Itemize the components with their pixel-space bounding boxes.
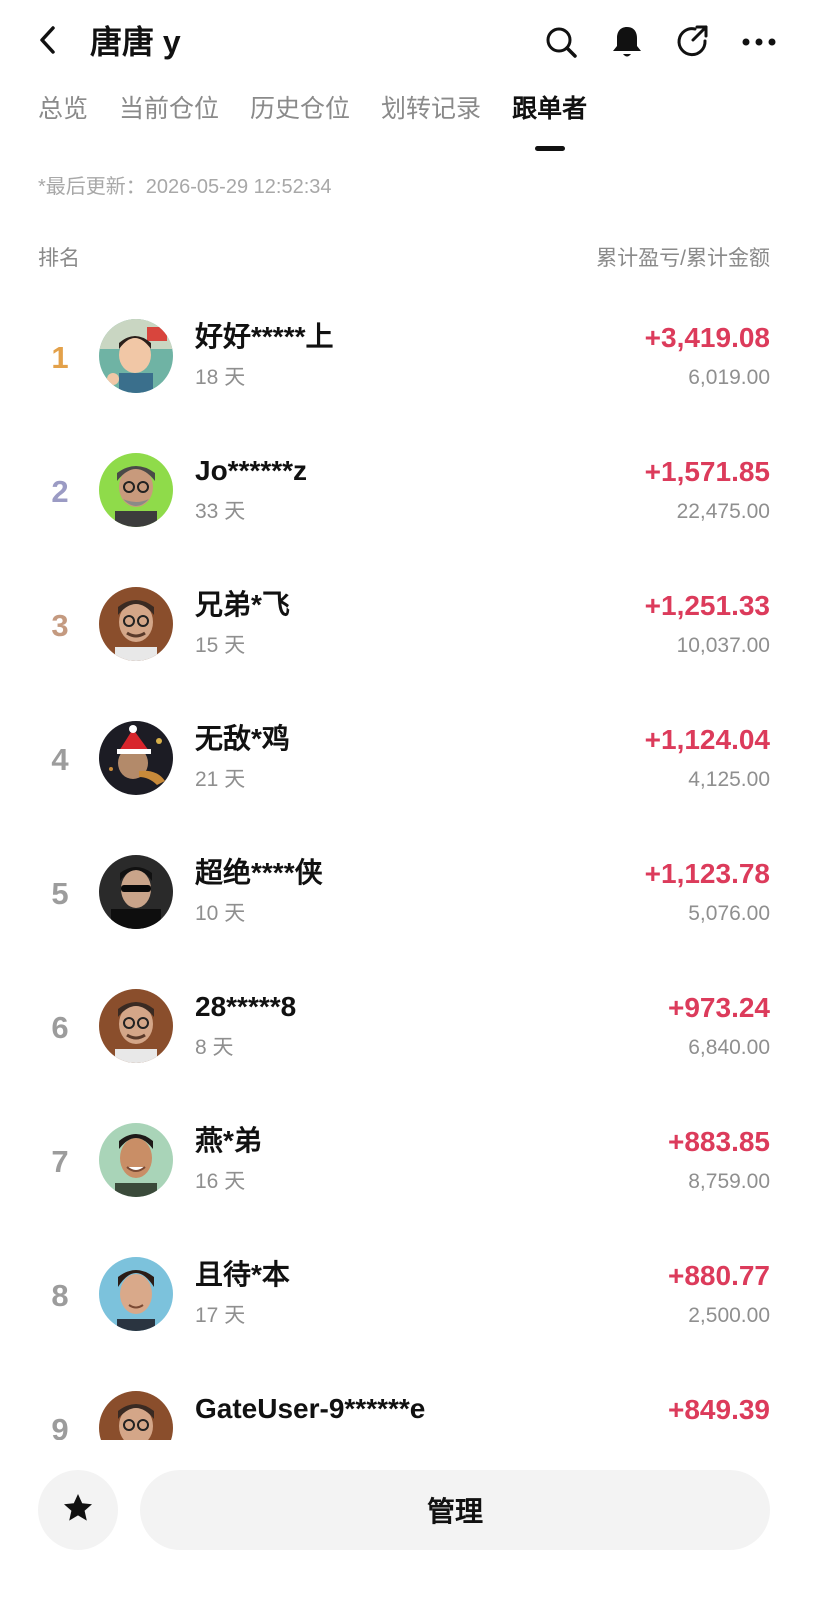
cumulative-amount: 5,076.00 [688,902,770,925]
column-header: 排名 累计盈亏/累计金额 [38,244,770,274]
follow-days: 17 天 [195,1304,246,1327]
rank: 5 [51,876,69,911]
rank: 4 [51,742,69,777]
favorite-button[interactable] [38,1470,118,1550]
header: 唐唐 y [0,0,828,84]
follower-name: 无敌*鸡 [195,723,290,754]
rank: 1 [51,340,69,375]
list-item[interactable]: 2 Jo******z 33 天 +1,571.85 22,475.00 [0,424,828,558]
cumulative-amount: 22,475.00 [676,500,770,523]
pnl-column-label: 累计盈亏/累计金额 [596,247,770,270]
tab-history-positions[interactable]: 历史仓位 [250,92,350,162]
follow-days: 8 天 [195,1036,234,1059]
cumulative-amount: 4,125.00 [688,768,770,791]
last-updated: *最后更新：2026-05-29 12:52:34 [38,176,332,198]
follower-name: 且待*本 [195,1259,290,1290]
cumulative-pnl: +973.24 [668,992,770,1023]
rank-column-label: 排名 [38,247,80,270]
rank: 3 [51,608,69,643]
cumulative-pnl: +3,419.08 [644,322,770,353]
avatar [99,319,173,393]
cumulative-pnl: +1,124.04 [644,724,770,755]
list-item[interactable]: 8 且待*本 17 天 +880.77 2,500.00 [0,1228,828,1362]
follow-days: 33 天 [195,500,246,523]
rank: 2 [51,474,69,509]
cumulative-amount: 2,500.00 [688,1304,770,1327]
cumulative-pnl: +880.77 [668,1260,770,1291]
follower-name: 28*****8 [195,991,297,1022]
more-icon [741,37,777,47]
cumulative-pnl: +1,571.85 [644,456,770,487]
list-item[interactable]: 7 燕*弟 16 天 +883.85 8,759.00 [0,1094,828,1228]
rank: 6 [51,1010,69,1045]
list-item[interactable]: 5 超绝****侠 10 天 +1,123.78 5,076.00 [0,826,828,960]
avatar [99,1391,173,1440]
bell-icon [610,24,644,60]
bottom-action-bar: 管理 [0,1440,828,1608]
share-button[interactable] [673,22,713,62]
manage-button[interactable]: 管理 [140,1470,770,1550]
avatar [99,453,173,527]
follower-name: 燕*弟 [195,1125,262,1156]
share-icon [675,24,711,60]
cumulative-pnl: +849.39 [668,1394,770,1425]
follower-name: Jo******z [195,455,308,486]
tab-followers[interactable]: 跟单者 [512,92,587,162]
avatar [99,587,173,661]
avatar [99,1257,173,1331]
list-item[interactable]: 9 GateUser-9******e +849.39 [0,1362,828,1440]
notification-button[interactable] [607,22,647,62]
follow-days: 15 天 [195,634,246,657]
avatar [99,989,173,1063]
tab-transfer-records[interactable]: 划转记录 [381,92,481,162]
follower-name: 兄弟*飞 [195,589,290,620]
rank: 7 [51,1144,69,1179]
avatar [99,1123,173,1197]
cumulative-amount: 6,019.00 [688,366,770,389]
list-item[interactable]: 1 好好*****上 18 天 +3,419.08 6,019.00 [0,290,828,424]
follow-days: 21 天 [195,768,246,791]
tab-current-positions[interactable]: 当前仓位 [119,92,219,162]
cumulative-pnl: +1,251.33 [644,590,770,621]
avatar [99,855,173,929]
tab-overview[interactable]: 总览 [38,92,88,162]
rank: 8 [51,1278,69,1313]
tab-bar: 总览 当前仓位 历史仓位 划转记录 跟单者 [38,92,618,162]
follow-days: 10 天 [195,902,246,925]
back-button[interactable] [28,22,68,62]
follower-list: 1 好好*****上 18 天 +3,419.08 6,019.00 2 Jo*… [0,290,828,1440]
follow-days: 16 天 [195,1170,246,1193]
follower-name: GateUser-9******e [195,1393,426,1424]
follower-name: 好好*****上 [195,321,334,352]
back-icon [37,25,59,60]
star-icon [62,1492,94,1529]
cumulative-amount: 8,759.00 [688,1170,770,1193]
search-icon [543,24,579,60]
more-button[interactable] [739,22,779,62]
search-button[interactable] [541,22,581,62]
list-item[interactable]: 4 无敌*鸡 21 天 +1,124.04 4,125.00 [0,692,828,826]
follow-days: 18 天 [195,366,246,389]
cumulative-pnl: +1,123.78 [644,858,770,889]
rank: 9 [51,1412,69,1440]
follower-name: 超绝****侠 [195,857,323,888]
list-item[interactable]: 3 兄弟*飞 15 天 +1,251.33 10,037.00 [0,558,828,692]
page-title: 唐唐 y [90,24,181,60]
cumulative-amount: 10,037.00 [676,634,770,657]
avatar [99,721,173,795]
cumulative-amount: 6,840.00 [688,1036,770,1059]
list-item[interactable]: 6 28*****8 8 天 +973.24 6,840.00 [0,960,828,1094]
cumulative-pnl: +883.85 [668,1126,770,1157]
